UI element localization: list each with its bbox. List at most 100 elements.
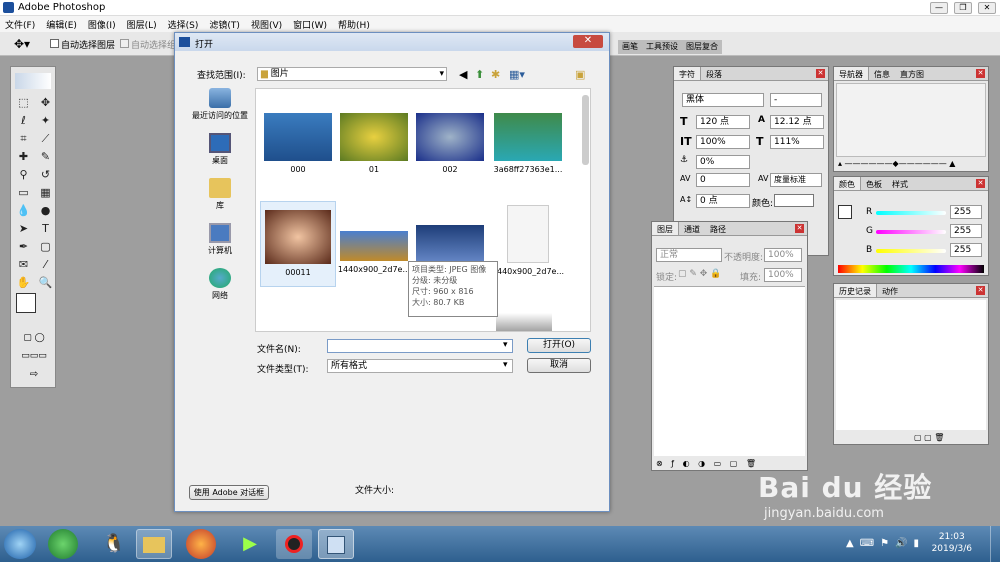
foreground-color-swatch[interactable]: [16, 293, 36, 313]
media-player-icon[interactable]: ▶: [232, 529, 268, 559]
clone-stamp-icon[interactable]: ⚲: [14, 167, 33, 183]
menu-filter[interactable]: 滤镜(T): [204, 16, 246, 32]
panel-close-icon[interactable]: ✕: [976, 69, 985, 78]
tab-paragraph[interactable]: 段落: [701, 67, 727, 80]
dialog-close-button[interactable]: ✕: [573, 35, 603, 48]
tab-color[interactable]: 颜色: [834, 177, 861, 190]
use-adobe-dialog-button[interactable]: 使用 Adobe 对话框: [189, 485, 269, 500]
move-tool-icon[interactable]: ✥▾: [14, 37, 30, 51]
font-family-select[interactable]: 黑体: [682, 93, 764, 107]
g-slider[interactable]: [876, 230, 946, 234]
menu-window[interactable]: 窗口(W): [288, 16, 333, 32]
r-input[interactable]: 255: [950, 205, 982, 219]
qq-icon[interactable]: 🐧: [96, 529, 132, 559]
dodge-tool-icon[interactable]: ●: [36, 203, 55, 219]
tab-layers[interactable]: 图层: [652, 222, 679, 235]
healing-brush-icon[interactable]: ✚: [14, 149, 33, 165]
place-desktop[interactable]: 桌面: [187, 133, 253, 178]
type-tool-icon[interactable]: T: [36, 221, 55, 237]
vertical-scale-input[interactable]: 100%: [696, 135, 750, 149]
crop-tool-icon[interactable]: ⌗: [14, 131, 33, 147]
place-recent[interactable]: 最近访问的位置: [187, 88, 253, 133]
lookin-select[interactable]: ▆ 图片 ▾: [257, 67, 447, 81]
leading-input[interactable]: 12.12 点: [770, 115, 824, 129]
back-icon[interactable]: ◀: [459, 68, 467, 81]
palette-tab-brushes[interactable]: 画笔: [618, 40, 642, 54]
font-style-select[interactable]: -: [770, 93, 822, 107]
kerning-input[interactable]: 0: [696, 173, 750, 187]
place-libraries[interactable]: 库: [187, 178, 253, 223]
blend-mode-select[interactable]: 正常: [656, 248, 722, 262]
quick-mask-controls[interactable]: ▢ ◯: [16, 333, 52, 345]
layers-footer-icons[interactable]: ⊗ ƒ ◐ ◑ ▭ ▢ 🗑: [656, 459, 759, 468]
palette-tab-layer-comps[interactable]: 图层复合: [682, 40, 722, 54]
tab-history[interactable]: 历史记录: [834, 284, 877, 297]
panel-close-icon[interactable]: ✕: [976, 286, 985, 295]
place-network[interactable]: 网络: [187, 268, 253, 313]
file-item[interactable]: 1440x900_2d7e...: [490, 205, 566, 276]
move-tool-icon[interactable]: ✥: [36, 95, 55, 111]
fill-input[interactable]: 100%: [764, 268, 802, 282]
menu-select[interactable]: 选择(S): [163, 16, 205, 32]
history-brush-icon[interactable]: ↺: [36, 167, 55, 183]
auto-select-group-checkbox[interactable]: [120, 39, 129, 48]
panel-close-icon[interactable]: ✕: [816, 69, 825, 78]
text-color-swatch[interactable]: [774, 194, 814, 207]
open-button[interactable]: 打开(O): [527, 338, 591, 353]
opacity-input[interactable]: 100%: [764, 248, 802, 262]
g-input[interactable]: 255: [950, 224, 982, 238]
photoshop-taskbar-icon[interactable]: [318, 529, 354, 559]
auto-select-layer-checkbox[interactable]: [50, 39, 59, 48]
tab-info[interactable]: 信息: [869, 67, 895, 80]
tab-actions[interactable]: 动作: [877, 284, 903, 297]
show-desktop-button[interactable]: [990, 526, 1000, 562]
eraser-tool-icon[interactable]: ▭: [14, 185, 33, 201]
file-item-selected[interactable]: 00011: [260, 201, 336, 287]
hand-tool-icon[interactable]: ✋: [14, 275, 33, 291]
kerning-mode-select[interactable]: 度量标准: [770, 173, 822, 187]
tab-histogram[interactable]: 直方图: [895, 67, 929, 80]
path-select-icon[interactable]: ➤: [14, 221, 33, 237]
baseline-shift-input[interactable]: 0 点: [696, 194, 750, 208]
b-slider[interactable]: [876, 249, 946, 253]
fg-color-swatch[interactable]: [838, 205, 852, 219]
menu-file[interactable]: 文件(F): [0, 16, 41, 32]
menu-image[interactable]: 图像(I): [83, 16, 122, 32]
screen-mode-controls[interactable]: ▭▭▭: [16, 351, 52, 363]
shape-tool-icon[interactable]: ▢: [36, 239, 55, 255]
view-menu-icon[interactable]: ▦▾: [509, 68, 525, 81]
marquee-tool-icon[interactable]: ⬚: [14, 95, 33, 111]
file-item[interactable]: 000: [260, 113, 336, 174]
tab-paths[interactable]: 路径: [705, 222, 731, 235]
gradient-tool-icon[interactable]: ▦: [36, 185, 55, 201]
menu-layer[interactable]: 图层(L): [122, 16, 163, 32]
file-item[interactable]: 002: [412, 113, 488, 174]
desktop-folder-icon[interactable]: ▣: [575, 68, 585, 81]
up-folder-icon[interactable]: ⬆: [475, 68, 484, 81]
jump-to-imageready-icon[interactable]: ⇨: [16, 369, 52, 383]
lock-icons[interactable]: ▢ ✎ ✥ 🔒: [678, 269, 721, 279]
panel-close-icon[interactable]: ✕: [795, 224, 804, 233]
file-explorer-icon[interactable]: [136, 529, 172, 559]
magic-wand-icon[interactable]: ✦: [36, 113, 55, 129]
menu-help[interactable]: 帮助(H): [333, 16, 376, 32]
file-list-scrollbar[interactable]: [582, 95, 589, 165]
r-slider[interactable]: [876, 211, 946, 215]
tab-swatches[interactable]: 色板: [861, 177, 887, 190]
minimize-button[interactable]: —: [930, 2, 948, 14]
panel-close-icon[interactable]: ✕: [976, 179, 985, 188]
360-browser-icon[interactable]: [48, 529, 78, 559]
menu-view[interactable]: 视图(V): [246, 16, 288, 32]
navigator-zoom-slider[interactable]: ▴ ——————◆—————— ▲: [838, 159, 986, 169]
tab-styles[interactable]: 样式: [887, 177, 913, 190]
chevron-down-icon[interactable]: ▾: [503, 360, 508, 370]
file-item[interactable]: 01: [336, 113, 412, 174]
cancel-button[interactable]: 取消: [527, 358, 591, 373]
place-computer[interactable]: 计算机: [187, 223, 253, 268]
tracking-pct-input[interactable]: 0%: [696, 155, 750, 169]
zoom-tool-icon[interactable]: 🔍: [36, 275, 55, 291]
filename-input[interactable]: [327, 339, 513, 353]
history-footer-icons[interactable]: ▢ ▢ 🗑: [914, 433, 944, 442]
maximize-button[interactable]: ❐: [954, 2, 972, 14]
lasso-tool-icon[interactable]: ℓ: [14, 113, 33, 129]
